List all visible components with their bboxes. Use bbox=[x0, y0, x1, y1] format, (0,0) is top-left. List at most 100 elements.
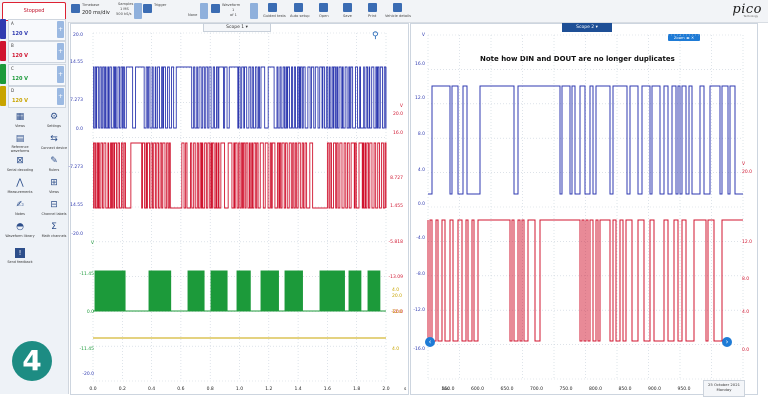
channel-b-box[interactable]: B 120 V + bbox=[8, 41, 66, 63]
sidebar-item-notes-label[interactable]: Notes bbox=[5, 212, 35, 216]
channel-b-tick-label: 16.0 bbox=[392, 131, 403, 136]
channel-c-tab[interactable] bbox=[0, 64, 6, 84]
channel-b-tick-label: 20.0 bbox=[392, 112, 403, 117]
waveform-stepper[interactable] bbox=[250, 3, 258, 19]
auto-setup-icon[interactable] bbox=[294, 3, 303, 12]
channel-b-tick-label: 8.727 bbox=[390, 176, 403, 181]
samples-label: Samples bbox=[118, 2, 134, 6]
sidebar-item-math-label[interactable]: Math channels bbox=[39, 234, 69, 238]
channel-a-tick-label: 7.273 bbox=[70, 98, 83, 103]
print-label[interactable]: Print bbox=[368, 14, 376, 18]
trigger-stepper[interactable] bbox=[200, 3, 208, 19]
channel-d-tick-label: 12.0 bbox=[392, 310, 403, 315]
sidebar-item-views2-label[interactable]: Views bbox=[39, 190, 69, 194]
channel-d-range[interactable]: 120 V bbox=[12, 98, 28, 104]
channel-labels-icon[interactable]: ⊟ bbox=[49, 200, 59, 210]
scope-2-channel-b-trace bbox=[427, 219, 743, 342]
guided-tests-icon[interactable] bbox=[268, 3, 277, 12]
channel-d-letter: D bbox=[11, 88, 15, 93]
vehicle-details-icon[interactable] bbox=[393, 3, 402, 12]
reference-waveforms-icon[interactable]: ▤ bbox=[15, 134, 25, 144]
channel-b-stepper[interactable]: + bbox=[57, 43, 64, 60]
grid-icon[interactable]: ▦ bbox=[15, 112, 25, 122]
auto-setup-label[interactable]: Auto setup bbox=[290, 14, 310, 18]
channel-b-tick-label: -5.818 bbox=[388, 240, 403, 245]
channel-a-tick-label: -20.0 bbox=[71, 232, 83, 237]
measurements-icon[interactable]: ⋀ bbox=[15, 178, 25, 188]
scope-2-channel-b-tick-label: V bbox=[742, 162, 746, 167]
x-axis-tick-label: 1.2 bbox=[265, 387, 273, 392]
channel-b-tick-label: -13.09 bbox=[388, 275, 403, 280]
waveform-icon[interactable] bbox=[211, 4, 220, 13]
channel-d-tab[interactable] bbox=[0, 86, 6, 106]
open-icon[interactable] bbox=[319, 3, 328, 12]
save-icon[interactable] bbox=[343, 3, 352, 12]
channel-d-box[interactable]: D 120 V + bbox=[8, 86, 66, 108]
channel-c-tick-label: -11.45 bbox=[79, 272, 94, 277]
x-axis-tick-label: 0.8 bbox=[206, 387, 214, 392]
rulers-icon[interactable]: ✎ bbox=[49, 156, 59, 166]
sidebar-item-channel-labels-label[interactable]: Channel labels bbox=[39, 212, 69, 216]
scope-2-channel-a-tick-label: -8.0 bbox=[416, 272, 425, 277]
trigger-mode[interactable]: None bbox=[188, 13, 197, 17]
scope-2-channel-a-tick-label: 16.0 bbox=[414, 62, 425, 67]
scroll-left-button[interactable]: ‹ bbox=[425, 337, 435, 347]
sidebar-item-reference-label[interactable]: Reference waveforms bbox=[5, 145, 35, 153]
x-axis-tick-label: 1.0 bbox=[235, 387, 244, 392]
channel-c-stepper[interactable]: + bbox=[57, 66, 64, 83]
send-feedback-icon[interactable]: ! bbox=[15, 248, 25, 258]
sidebar-item-connect-label[interactable]: Connect device bbox=[39, 146, 69, 150]
timebase-value[interactable]: 200 ms/div bbox=[82, 10, 110, 16]
scroll-right-button[interactable]: › bbox=[722, 337, 732, 347]
gear-icon[interactable]: ⚙ bbox=[49, 112, 59, 122]
views-grid-icon[interactable]: ⊞ bbox=[49, 178, 59, 188]
sidebar-item-views-label[interactable]: Views bbox=[5, 124, 35, 128]
sidebar-item-rulers-label[interactable]: Rulers bbox=[39, 168, 69, 172]
sidebar-item-feedback-label[interactable]: Send feedback bbox=[5, 260, 35, 264]
save-label[interactable]: Save bbox=[343, 14, 352, 18]
channel-b-tab[interactable] bbox=[0, 41, 6, 61]
samples-value[interactable]: 1 MS bbox=[120, 7, 129, 11]
trigger-icon[interactable] bbox=[143, 4, 152, 13]
connect-device-icon[interactable]: ⇆ bbox=[49, 134, 59, 144]
channel-a-tick-label: 0.0 bbox=[75, 127, 83, 132]
channel-c-range[interactable]: 120 V bbox=[12, 76, 28, 82]
scope-2-x-axis-tick-label: 950.0 bbox=[677, 387, 691, 392]
timebase-stepper[interactable] bbox=[134, 3, 142, 19]
channel-a-tick-label: 14.55 bbox=[70, 203, 83, 208]
channel-a-tick-label: 20.0 bbox=[72, 33, 83, 38]
channel-a-tick-label: 14.55 bbox=[70, 60, 83, 65]
scope-2-x-axis-tick-label: 900.0 bbox=[648, 387, 661, 392]
channel-a-tab[interactable] bbox=[0, 19, 6, 39]
scope-2-channel-b-tick-label: 0.0 bbox=[742, 348, 750, 353]
print-icon[interactable] bbox=[368, 3, 377, 12]
channel-b-range[interactable]: 120 V bbox=[12, 53, 28, 59]
channel-a-stepper[interactable]: + bbox=[57, 21, 64, 38]
timebase-label: Timebase bbox=[82, 3, 100, 7]
channel-c-box[interactable]: C 120 V + bbox=[8, 64, 66, 86]
scope-2-x-axis-tick-label: 850.0 bbox=[618, 387, 632, 392]
scope-2-channel-a-tick-label: V bbox=[421, 33, 425, 38]
guided-tests-label[interactable]: Guided tests bbox=[263, 14, 286, 18]
channel-d-stepper[interactable]: + bbox=[57, 88, 64, 105]
sidebar-item-measurements-label[interactable]: Measurements bbox=[5, 190, 35, 194]
x-axis-tick-label: 2.0 bbox=[382, 387, 390, 392]
waveform-label: Waveform bbox=[222, 3, 241, 7]
waveform-value[interactable]: 1 bbox=[232, 8, 234, 12]
sidebar-item-library-label[interactable]: Waveform library bbox=[5, 234, 35, 238]
waveform-library-icon[interactable]: ◓ bbox=[15, 222, 25, 232]
sidebar-item-serial-label[interactable]: Serial decoding bbox=[5, 168, 35, 172]
channel-a-range[interactable]: 120 V bbox=[12, 31, 28, 37]
day-text: Monday bbox=[716, 387, 732, 392]
serial-decoding-icon[interactable]: ⊠ bbox=[15, 156, 25, 166]
sidebar-item-settings-label[interactable]: Settings bbox=[39, 124, 69, 128]
channel-a-tick-label: -7.273 bbox=[68, 165, 83, 170]
vehicle-details-label[interactable]: Vehicle details bbox=[385, 14, 411, 18]
timebase-icon[interactable] bbox=[71, 4, 80, 13]
trigger-label: Trigger bbox=[154, 3, 167, 7]
math-channels-icon[interactable]: Σ bbox=[49, 222, 59, 232]
notes-icon[interactable]: ✍ bbox=[15, 200, 25, 210]
open-label[interactable]: Open bbox=[319, 14, 329, 18]
scope-2-channel-a-tick-label: -4.0 bbox=[416, 236, 425, 241]
channel-a-box[interactable]: A 120 V + bbox=[8, 19, 66, 41]
